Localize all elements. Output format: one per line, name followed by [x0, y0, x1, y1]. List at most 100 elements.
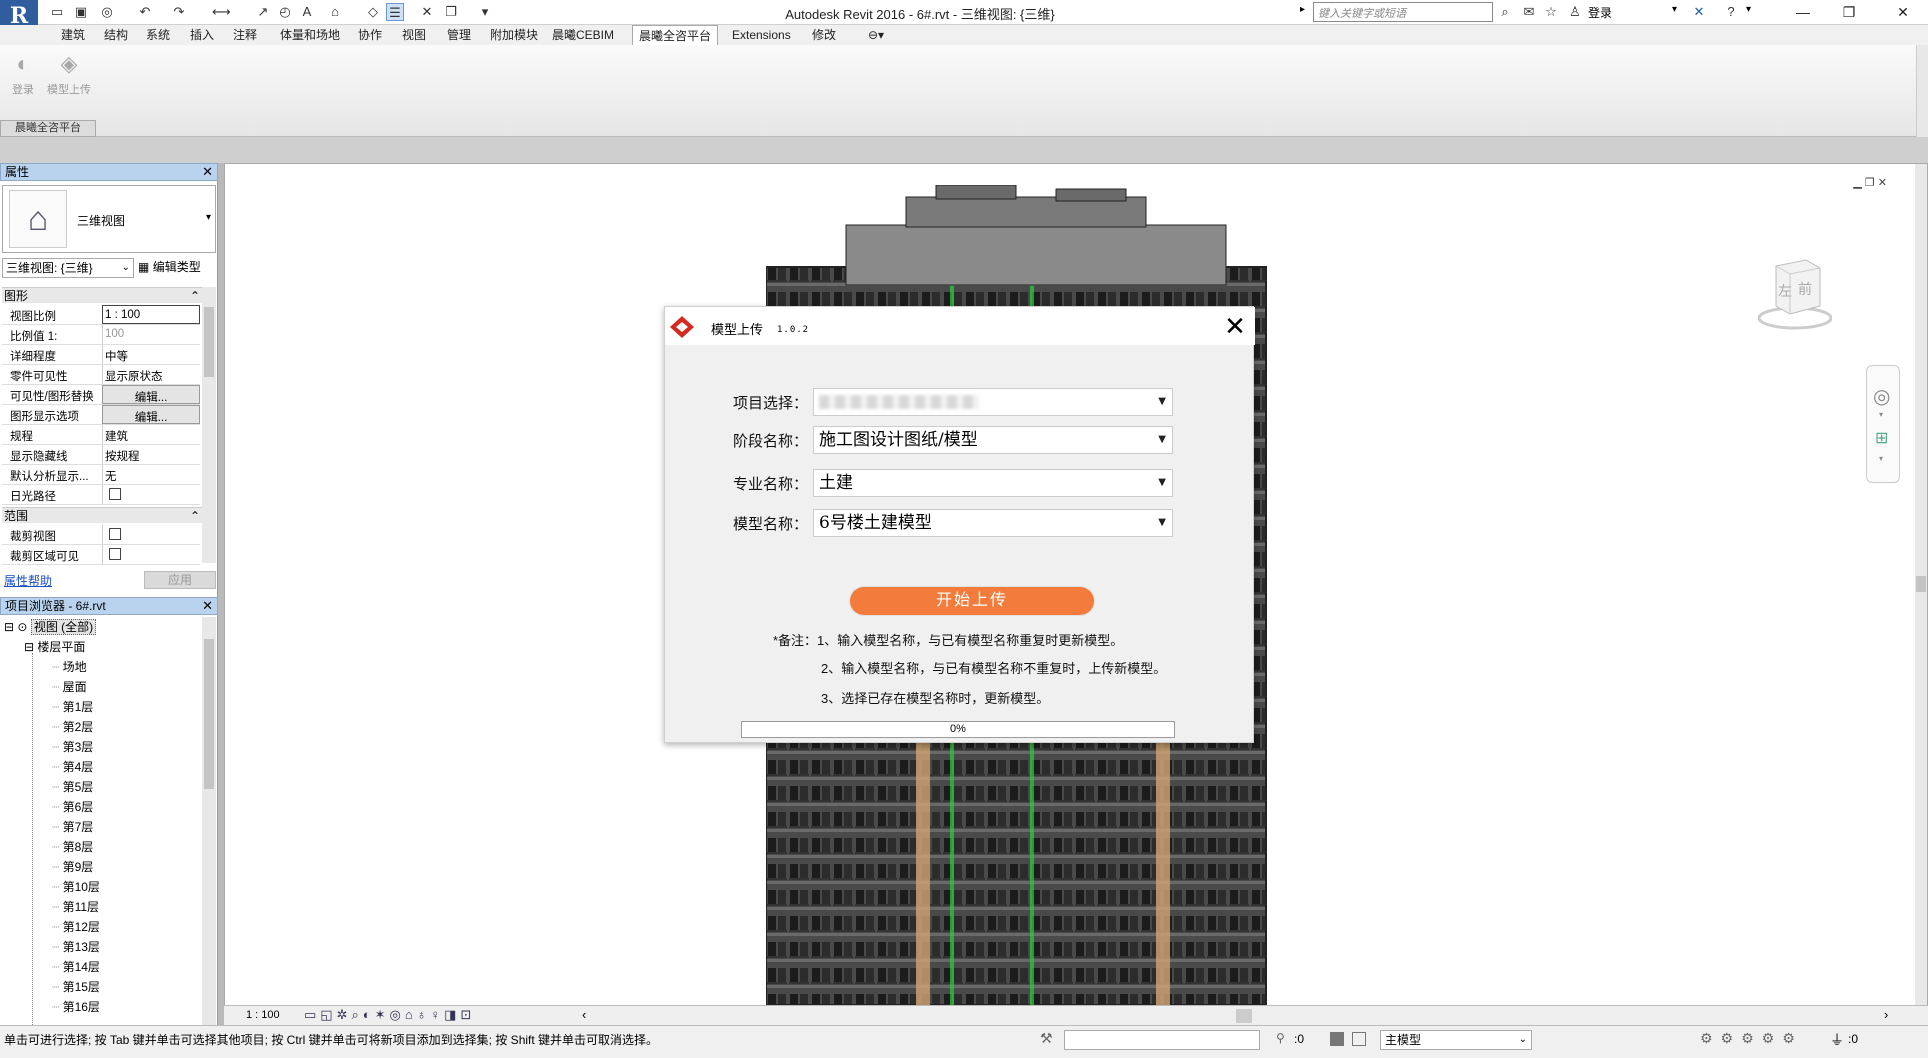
tab-8[interactable]: 管理	[441, 25, 477, 45]
collapse-box-icon[interactable]: ⊟	[4, 620, 14, 634]
tab-4[interactable]: 注释	[227, 25, 263, 45]
scroll-thumb[interactable]	[1916, 576, 1926, 592]
tree-item[interactable]: ┈ 第10层	[52, 878, 100, 898]
property-row[interactable]: 裁剪区域可见	[2, 545, 200, 565]
property-value[interactable]: 1 : 100	[102, 305, 200, 324]
property-row[interactable]: 日光路径	[2, 485, 200, 505]
scroll-thumb[interactable]	[204, 639, 214, 789]
dropdown-arrow-icon[interactable]: ▼	[1158, 470, 1166, 496]
tab-0[interactable]: 建筑	[55, 25, 91, 45]
design-options-icon[interactable]	[1330, 1032, 1344, 1046]
filter-icon[interactable]: ⏚	[1830, 1030, 1844, 1050]
type-dropdown-icon[interactable]: ▾	[206, 212, 211, 223]
tree-item[interactable]: ┈ 第1层	[52, 698, 93, 718]
tree-item[interactable]: ┈ 第8层	[52, 838, 93, 858]
design-option-dropdown[interactable]: 主模型 ⌄	[1380, 1030, 1532, 1050]
steering-wheel-icon[interactable]: ◎	[1873, 384, 1890, 409]
tree-item[interactable]: ┈ 第14层	[52, 958, 100, 978]
view-scale[interactable]: 1 : 100	[246, 1009, 280, 1021]
checkbox[interactable]	[109, 548, 121, 560]
property-row[interactable]: 可见性/图形替换 编辑...	[2, 385, 200, 405]
tree-item[interactable]: ┈ 第16层	[52, 998, 100, 1018]
dropdown-arrow-icon[interactable]: ▼	[1158, 389, 1166, 415]
view-control-icons[interactable]: ▭◱✲⌕◐✶◎⌂♁♀◨⊡	[304, 1007, 475, 1023]
group-graphics-header[interactable]: 图形 ⌃	[2, 287, 214, 303]
ribbon-options-icon[interactable]: ⊖▾	[862, 25, 890, 45]
property-row[interactable]: 详细程度 中等	[2, 345, 200, 365]
property-value[interactable]	[102, 525, 200, 544]
checkbox[interactable]	[109, 488, 121, 500]
property-value[interactable]: 无	[102, 465, 200, 484]
exchange-apps-icon[interactable]: ✕	[1690, 3, 1708, 21]
editing-requests-icon[interactable]: ⚲	[1276, 1031, 1285, 1045]
tree-item[interactable]: ┈ 第11层	[52, 898, 99, 918]
field-combobox[interactable]: 施工图设计图纸/模型 ▼	[813, 426, 1173, 454]
browser-scrollbar[interactable]	[202, 617, 216, 1025]
hscroll-thumb[interactable]	[1236, 1009, 1252, 1023]
start-upload-button[interactable]: 开始上传	[850, 587, 1094, 615]
tree-item[interactable]: ┈ 第15层	[52, 978, 100, 998]
dropdown-arrow-icon[interactable]: ▼	[1158, 427, 1166, 453]
dropdown-arrow-icon[interactable]: ▼	[1158, 510, 1166, 536]
property-value[interactable]: 按规程	[102, 445, 200, 464]
property-value[interactable]: 建筑	[102, 425, 200, 444]
dimension-icon[interactable]: ↗	[254, 3, 272, 21]
chevron-down-icon[interactable]: ▾	[1879, 454, 1883, 463]
property-value[interactable]: 100	[102, 325, 200, 344]
section-icon[interactable]: ◇	[364, 3, 382, 21]
close-icon[interactable]: ✕	[1880, 0, 1926, 24]
tree-root-views[interactable]: ⊟ ⊙ 视图 (全部)	[4, 618, 97, 638]
property-row[interactable]: 规程 建筑	[2, 425, 200, 445]
tree-item[interactable]: ┈ 第12层	[52, 918, 100, 938]
tree-item[interactable]: ┈ 第6层	[52, 798, 93, 818]
property-row[interactable]: 比例值 1: 100	[2, 325, 200, 345]
property-value[interactable]	[102, 545, 200, 564]
customize-qat-icon[interactable]: ▾	[476, 3, 494, 21]
tree-item[interactable]: ┈ 场地	[52, 658, 87, 678]
tab-5[interactable]: 体量和场地	[274, 25, 346, 45]
scroll-right-icon[interactable]: ›	[1884, 1007, 1888, 1022]
help-dropdown-icon[interactable]: ▾	[1746, 4, 1751, 15]
tree-item[interactable]: ┈ 第3层	[52, 738, 93, 758]
tag-icon[interactable]: ◴	[276, 3, 294, 21]
field-combobox[interactable]: 6号楼土建模型 ▼	[813, 509, 1173, 537]
tree-item[interactable]: ┈ 第7层	[52, 818, 93, 838]
login-ribbon-button[interactable]: ◐ 登录	[5, 51, 41, 97]
field-combobox[interactable]: ▼	[813, 388, 1173, 416]
signin-label[interactable]: 登录	[1588, 4, 1612, 21]
viewcube[interactable]: 左 前	[1758, 256, 1832, 334]
favorites-icon[interactable]: ☆	[1542, 3, 1560, 21]
tree-item[interactable]: ┈ 第2层	[52, 718, 93, 738]
property-row[interactable]: 默认分析显示... 无	[2, 465, 200, 485]
property-value[interactable]: 中等	[102, 345, 200, 364]
collapse-box-icon[interactable]: ⊟	[24, 640, 34, 654]
apply-button[interactable]: 应用	[144, 571, 216, 589]
close-browser-icon[interactable]: ✕	[202, 598, 213, 614]
search-input[interactable]: 键入关键字或短语	[1313, 2, 1493, 22]
subscription-icon[interactable]: ✉	[1520, 3, 1538, 21]
measure-icon[interactable]: ⟷	[212, 3, 231, 21]
workset-dropdown[interactable]	[1064, 1030, 1260, 1050]
tab-12[interactable]: Extensions	[726, 25, 797, 45]
tab-13[interactable]: 修改	[806, 25, 842, 45]
selection-options-icons[interactable]: ⚙⚙⚙⚙⚙	[1700, 1030, 1803, 1047]
save-icon[interactable]: ▣	[72, 3, 90, 21]
property-value[interactable]: 编辑...	[102, 405, 200, 424]
group-extents-header[interactable]: 范围 ⌃	[2, 507, 214, 523]
property-row[interactable]: 零件可见性 显示原状态	[2, 365, 200, 385]
tree-group-floor-plans[interactable]: ⊟ 楼层平面	[24, 638, 85, 658]
tab-11[interactable]: 晨曦全咨平台	[632, 25, 719, 45]
sync-icon[interactable]: ◎	[98, 3, 116, 21]
tab-7[interactable]: 视图	[396, 25, 432, 45]
property-row[interactable]: 裁剪视图	[2, 525, 200, 545]
tab-10[interactable]: 晨曦CEBIM	[546, 25, 620, 45]
scroll-thumb[interactable]	[204, 307, 214, 377]
view-window-controls[interactable]: ▁ ❐ ✕	[1853, 176, 1887, 189]
tree-item[interactable]: ┈ 第4层	[52, 758, 93, 778]
navigation-bar[interactable]: ◎ ▾ ⊞ ▾	[1866, 365, 1900, 483]
minimize-icon[interactable]: —	[1780, 0, 1826, 24]
user-icon[interactable]: ♙	[1566, 3, 1584, 21]
property-value[interactable]: 显示原状态	[102, 365, 200, 384]
properties-help-link[interactable]: 属性帮助	[4, 572, 52, 589]
dialog-close-icon[interactable]: ✕	[1221, 313, 1249, 341]
